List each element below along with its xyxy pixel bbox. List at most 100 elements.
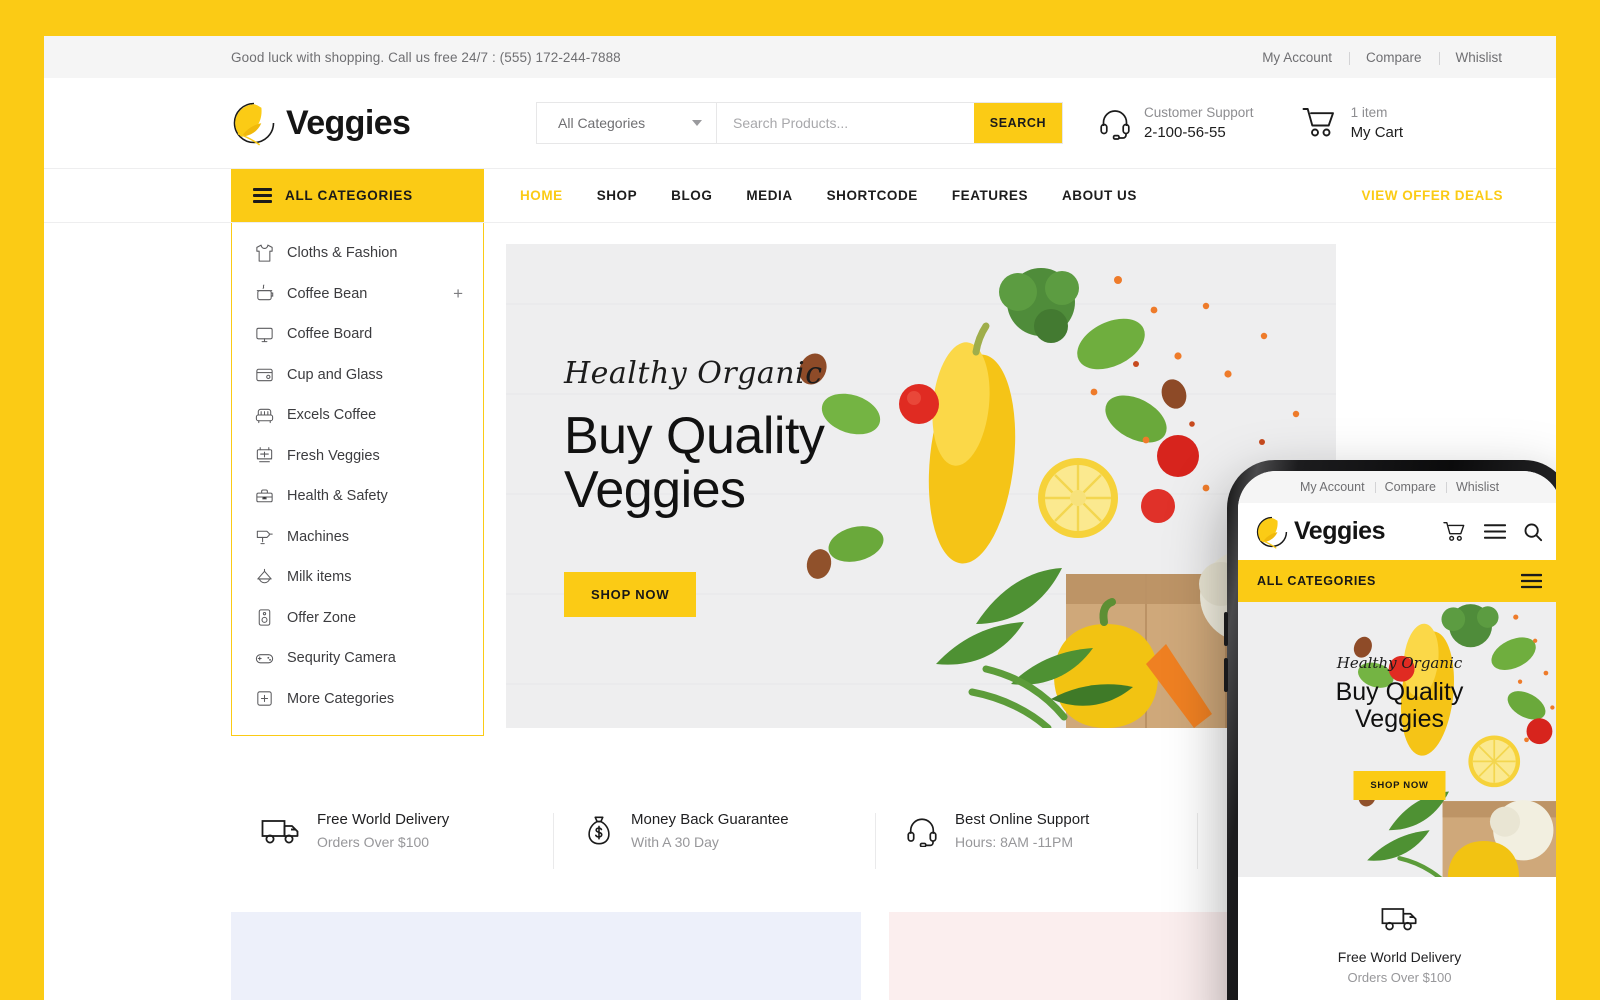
nav-item-home[interactable]: HOME (503, 188, 580, 203)
plus-box-icon (254, 688, 280, 709)
sidebar-item-label: More Categories (287, 690, 395, 707)
phone-hero-title-line2: Veggies (1355, 705, 1444, 733)
phone-logo-text: Veggies (1294, 517, 1386, 545)
customer-support-block[interactable]: Customer Support 2-100-56-55 (1098, 103, 1254, 143)
site-logo[interactable]: Veggies (231, 100, 511, 146)
search-icon[interactable] (1523, 522, 1543, 542)
phone-link-compare[interactable]: Compare (1374, 480, 1446, 494)
nav-item-media[interactable]: MEDIA (729, 188, 809, 203)
phone-all-categories-label: ALL CATEGORIES (1257, 574, 1377, 588)
all-categories-toggle[interactable]: ALL CATEGORIES (231, 169, 484, 222)
gamepad-icon (254, 648, 280, 669)
phone-feature-block: Free World Delivery Orders Over $100 (1238, 877, 1556, 985)
hamburger-icon (253, 188, 272, 203)
top-announcement-bar: Good luck with shopping. Call us free 24… (44, 36, 1556, 78)
nav-item-shop[interactable]: SHOP (580, 188, 654, 203)
lamp-icon (254, 567, 280, 588)
main-navigation-row: ALL CATEGORIES HOME SHOP BLOG MEDIA SHOR… (44, 168, 1556, 223)
cart-item-count: 1 item (1350, 105, 1388, 121)
sidebar-item-sequrity-camera[interactable]: Sequrity Camera (232, 638, 483, 679)
main-menu: HOME SHOP BLOG MEDIA SHORTCODE FEATURES … (484, 169, 1556, 222)
search-button[interactable]: SEARCH (974, 103, 1062, 143)
phone-header: Veggies (1238, 503, 1556, 560)
hero-title: Buy Quality Veggies (564, 407, 825, 520)
sidebar-item-label: Coffee Board (287, 326, 373, 343)
phone-hero-title-line1: Buy Quality (1335, 678, 1464, 706)
sewing-machine-icon (254, 445, 280, 466)
phone-hero-script-text: Healthy Organic (1336, 654, 1463, 672)
phone-top-links: My Account Compare Whislist (1238, 471, 1556, 503)
promo-text: Good luck with shopping. Call us free 24… (231, 49, 621, 65)
tshirt-icon (254, 243, 280, 264)
phone-header-actions (1443, 521, 1543, 543)
sidebar-item-excels-coffee[interactable]: Excels Coffee (232, 395, 483, 436)
nav-item-about-us[interactable]: ABOUT US (1045, 188, 1154, 203)
phone-hero-shop-now-button[interactable]: SHOP NOW (1353, 771, 1446, 800)
sidebar-item-label: Fresh Veggies (287, 447, 380, 464)
topbar-link-compare[interactable]: Compare (1348, 50, 1439, 65)
armchair-icon (254, 405, 280, 426)
site-header: Veggies All Categories SEARCH Cu (44, 78, 1556, 168)
sidebar-item-machines[interactable]: Machines (232, 517, 483, 558)
search-category-select[interactable]: All Categories (537, 103, 717, 143)
hero-shop-now-button[interactable]: SHOP NOW (564, 572, 697, 618)
phone-hero-banner[interactable]: Healthy Organic Buy Quality Veggies SHOP… (1238, 602, 1556, 877)
feature-subtitle: Hours: 8AM -11PM (955, 833, 1073, 850)
cart-block[interactable]: 1 item My Cart (1302, 103, 1404, 143)
phone-volume-down-button[interactable] (1224, 658, 1228, 692)
hamburger-icon[interactable] (1521, 573, 1542, 589)
phone-all-categories-bar[interactable]: ALL CATEGORIES (1238, 560, 1556, 602)
promo-card-left[interactable] (231, 912, 862, 1000)
feature-title: Free World Delivery (317, 811, 450, 829)
sidebar-item-label: Offer Zone (287, 609, 357, 626)
hero-title-line2: Veggies (564, 461, 746, 520)
search-input[interactable] (717, 103, 974, 143)
drill-icon (254, 526, 280, 547)
shopping-cart-icon[interactable] (1443, 521, 1467, 543)
phone-link-whislist[interactable]: Whislist (1445, 480, 1509, 494)
topbar-link-my-account[interactable]: My Account (1245, 50, 1349, 65)
leaf-logo-icon (1255, 515, 1289, 549)
cart-title: My Cart (1350, 123, 1404, 141)
page-container: Good luck with shopping. Call us free 24… (44, 36, 1556, 1000)
search-category-value: All Categories (558, 115, 646, 131)
phone-mockup: My Account Compare Whislist Veggies ALL … (1224, 460, 1556, 1000)
money-bag-icon (583, 815, 615, 847)
sidebar-item-label: Cup and Glass (287, 366, 383, 383)
nav-item-features[interactable]: FEATURES (935, 188, 1045, 203)
sidebar-item-coffee-board[interactable]: Coffee Board (232, 314, 483, 355)
topbar-link-whislist[interactable]: Whislist (1438, 50, 1520, 65)
sidebar-item-coffee-bean[interactable]: Coffee Bean + (232, 274, 483, 315)
phone-feature-title: Free World Delivery (1337, 949, 1462, 965)
sidebar-item-offer-zone[interactable]: Offer Zone (232, 598, 483, 639)
sidebar-item-more-categories[interactable]: More Categories (232, 679, 483, 720)
sidebar-item-label: Excels Coffee (287, 407, 377, 424)
sidebar-item-label: Health & Safety (287, 488, 388, 505)
phone-link-my-account[interactable]: My Account (1290, 480, 1375, 494)
sidebar-item-cup-and-glass[interactable]: Cup and Glass (232, 355, 483, 396)
feature-title: Money Back Guarantee (631, 811, 789, 829)
feature-title: Best Online Support (955, 811, 1090, 829)
all-categories-label: ALL CATEGORIES (285, 188, 413, 203)
hero-banner[interactable]: Healthy Organic Buy Quality Veggies SHOP… (506, 244, 1336, 728)
sidebar-item-cloths-fashion[interactable]: Cloths & Fashion (232, 233, 483, 274)
hero-title-line1: Buy Quality (564, 407, 825, 465)
wallet-icon (254, 364, 280, 385)
sidebar-item-label: Machines (287, 528, 350, 545)
hero-text-block: Healthy Organic Buy Quality Veggies SHOP… (564, 356, 825, 618)
feature-money-back-guarantee: Money Back Guarantee With A 30 Day (553, 809, 875, 869)
sidebar-item-fresh-veggies[interactable]: Fresh Veggies (232, 436, 483, 477)
nav-item-blog[interactable]: BLOG (654, 188, 729, 203)
sidebar-item-health-safety[interactable]: Health & Safety (232, 476, 483, 517)
view-offer-deals-link[interactable]: VIEW OFFER DEALS (1344, 188, 1520, 203)
phone-volume-up-button[interactable] (1224, 612, 1228, 646)
expand-plus-icon[interactable]: + (453, 285, 463, 302)
sidebar-item-label: Cloths & Fashion (287, 245, 398, 262)
toolbox-icon (254, 486, 280, 507)
promo-card-left-image (231, 912, 862, 1000)
headset-icon (905, 815, 939, 847)
nav-item-shortcode[interactable]: SHORTCODE (810, 188, 935, 203)
logo-text: Veggies (286, 103, 411, 142)
hamburger-icon[interactable] (1484, 523, 1506, 540)
sidebar-item-milk-items[interactable]: Milk items (232, 557, 483, 598)
